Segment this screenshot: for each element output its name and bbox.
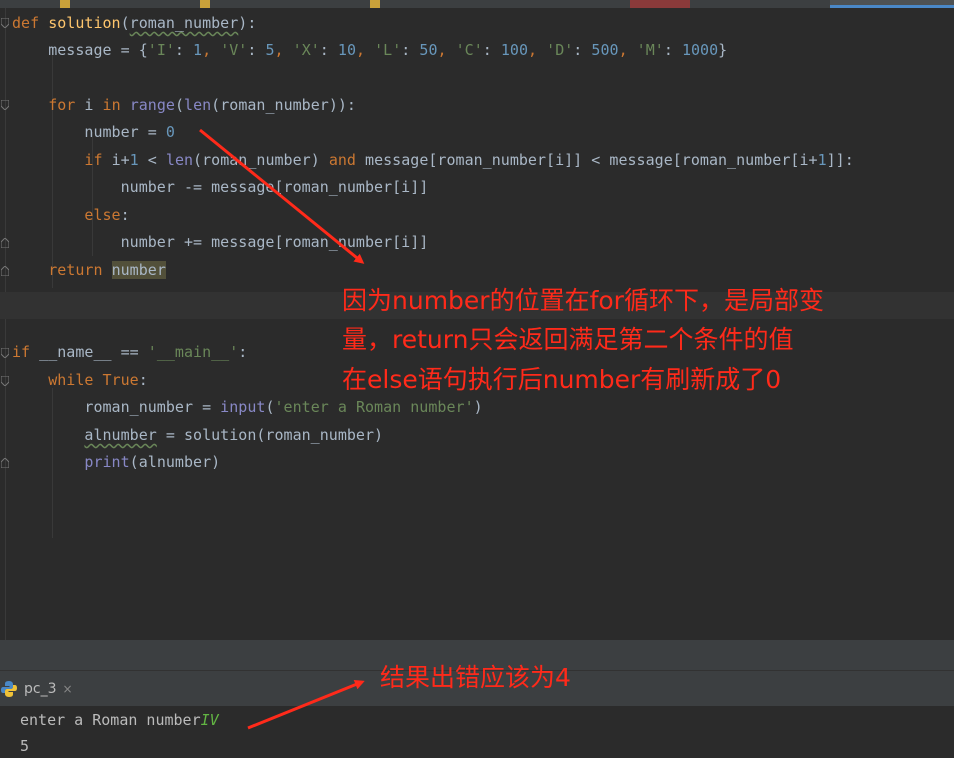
editor-tab-strip[interactable]: [0, 0, 954, 8]
file-tab-icon: [60, 0, 70, 8]
console-line: enter a Roman numberIV: [20, 708, 219, 732]
fold-icon[interactable]: [1, 348, 9, 358]
code-line[interactable]: print(alnumber): [12, 449, 220, 476]
run-tab-pc-3[interactable]: pc_3 ×: [0, 671, 73, 706]
console-user-input: IV: [200, 711, 219, 729]
annotation-note-line-3: 在else语句执行后number有刷新成了0: [342, 365, 782, 394]
file-tab-icon: [630, 0, 690, 8]
console-output-line: 5: [20, 737, 30, 755]
annotation-note-line-1: 因为number的位置在for循环下，是局部变: [342, 286, 824, 315]
fold-icon[interactable]: [1, 100, 9, 110]
annotation-result-note: 结果出错应该为4: [380, 663, 571, 692]
fold-icon[interactable]: [1, 376, 9, 386]
code-line[interactable]: for i in range(len(roman_number)):: [12, 92, 356, 119]
code-line[interactable]: message = {'I': 1, 'V': 5, 'X': 10, 'L':…: [12, 37, 727, 64]
run-tab-label: pc_3: [24, 680, 57, 697]
code-line[interactable]: if __name__ == '__main__':: [12, 339, 247, 366]
code-line[interactable]: else:: [12, 202, 130, 229]
fold-end-icon[interactable]: [1, 458, 9, 468]
active-file-tab[interactable]: [830, 0, 954, 8]
python-icon: [1, 680, 17, 697]
annotation-note-line-2: 量，return只会返回满足第二个条件的值: [342, 325, 794, 354]
fold-end-icon[interactable]: [1, 238, 9, 248]
code-line[interactable]: alnumber = solution(roman_number): [12, 422, 383, 449]
close-icon[interactable]: ×: [63, 682, 73, 696]
file-tab-icon: [370, 0, 380, 8]
code-line[interactable]: def solution(roman_number):: [12, 10, 256, 37]
code-line[interactable]: return number: [12, 257, 166, 284]
code-line[interactable]: number = 0: [12, 119, 175, 146]
code-line[interactable]: number -= message[roman_number[i]]: [12, 174, 429, 201]
code-line[interactable]: roman_number = input('enter a Roman numb…: [12, 394, 483, 421]
code-line[interactable]: if i+1 < len(roman_number) and message[r…: [12, 147, 854, 174]
code-line[interactable]: while True:: [12, 367, 148, 394]
fold-icon[interactable]: [1, 18, 9, 28]
run-console[interactable]: enter a Roman numberIV 5: [0, 706, 954, 755]
fold-end-icon[interactable]: [1, 266, 9, 276]
console-prompt: enter a Roman number: [20, 711, 201, 729]
file-tab-icon: [200, 0, 210, 8]
code-line[interactable]: number += message[roman_number[i]]: [12, 229, 429, 256]
